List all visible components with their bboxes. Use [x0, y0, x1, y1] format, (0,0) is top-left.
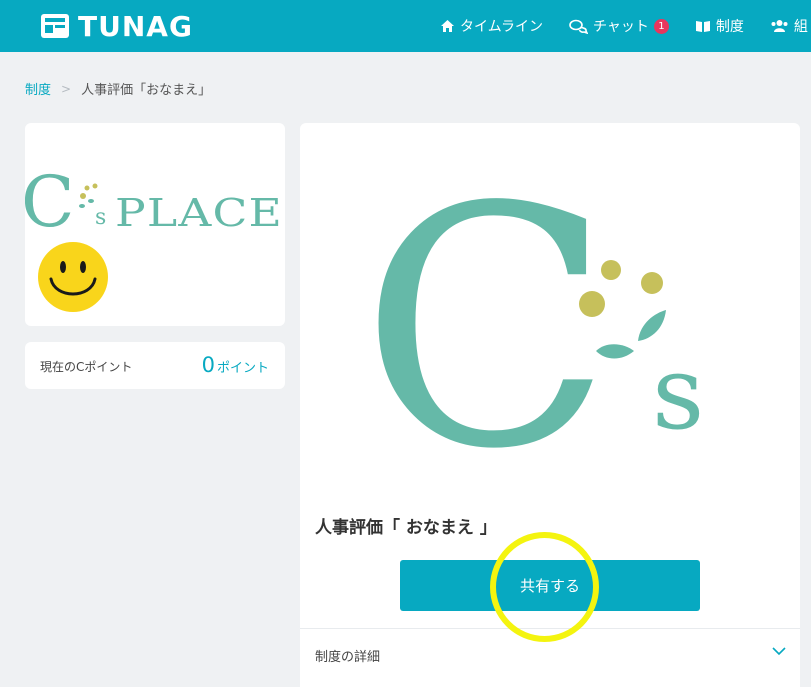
chevron-down-icon [772, 647, 786, 656]
smiley-avatar-icon[interactable] [37, 241, 109, 313]
points-label: 現在のCポイント [40, 360, 133, 374]
chat-icon [569, 19, 589, 34]
svg-text:s: s [95, 205, 106, 230]
svg-text:s: s [652, 334, 704, 453]
nav-timeline-label: タイムライン [460, 19, 544, 35]
points-number: 0 [201, 353, 215, 377]
nav-timeline[interactable]: タイムライン [440, 16, 543, 36]
nav-organization-label: 組 [793, 19, 808, 35]
system-title: 人事評価「 おなまえ 」 [315, 518, 497, 538]
points-value[interactable]: 0 ポイント [202, 353, 269, 377]
svg-text:C: C [25, 161, 75, 243]
logo-text: TUNAG [78, 9, 193, 43]
system-detail-card: C s 人事評価「 おなまえ 」 共有する 制度の詳細 [300, 123, 800, 687]
breadcrumb-systems-link[interactable]: 制度 [25, 79, 51, 98]
nav-organization[interactable]: 組 [770, 16, 808, 36]
profile-card: C s PLACE [25, 123, 285, 326]
nav-systems[interactable]: 制度 [695, 16, 744, 36]
svg-text:C: C [360, 153, 613, 483]
top-header: TUNAG タイムライン チャット 1 制度 組 [0, 0, 811, 52]
breadcrumb-separator: > [61, 81, 72, 96]
points-unit: ポイント [216, 361, 269, 376]
users-icon [771, 20, 788, 32]
share-button[interactable]: 共有する [400, 560, 700, 611]
details-label: 制度の詳細 [315, 650, 381, 665]
nav-chat-label: チャット [593, 19, 649, 35]
breadcrumb-current: 人事評価「おなまえ」 [81, 83, 212, 98]
logo-mark-icon [41, 14, 69, 38]
nav-systems-label: 制度 [715, 19, 744, 35]
points-card: 現在のCポイント 0 ポイント [25, 342, 285, 389]
home-icon [441, 20, 454, 32]
details-accordion[interactable]: 制度の詳細 [300, 628, 800, 680]
book-icon [695, 20, 710, 32]
svg-text:PLACE: PLACE [115, 191, 283, 235]
tunag-logo[interactable]: TUNAG [40, 9, 193, 43]
nav-chat[interactable]: チャット 1 [569, 16, 669, 36]
cs-emblem-image: C s [360, 153, 704, 483]
chat-unread-badge: 1 [653, 18, 669, 34]
main-nav: タイムライン チャット 1 制度 組 [440, 0, 811, 52]
breadcrumb: 制度 > 人事評価「おなまえ」 [25, 79, 212, 99]
